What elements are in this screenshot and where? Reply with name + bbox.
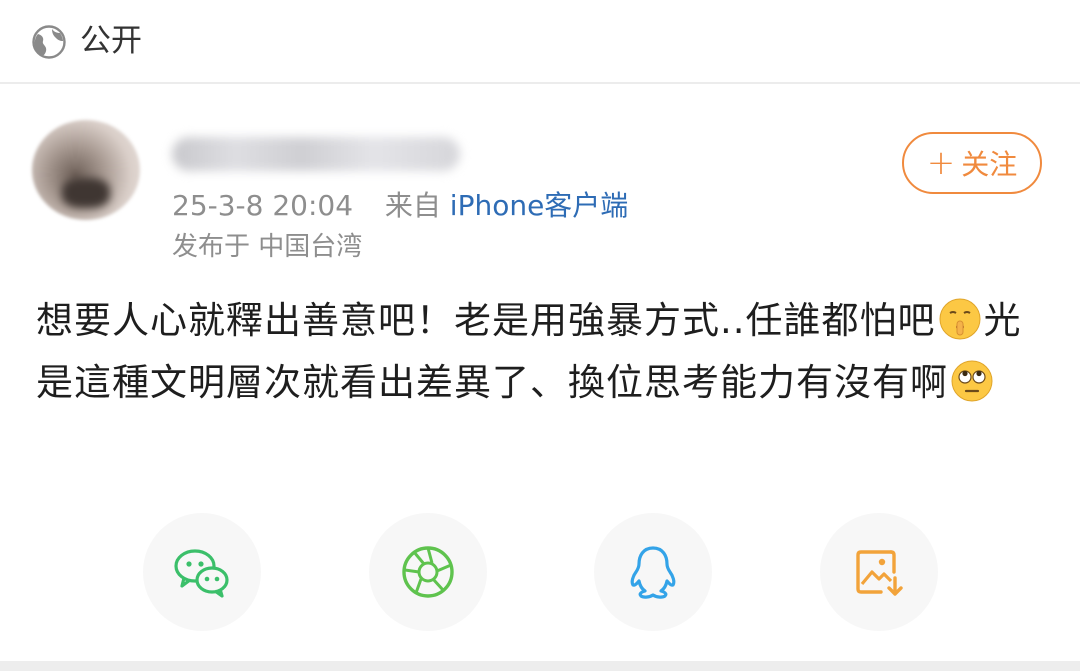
bottom-divider	[0, 661, 1080, 671]
post-content: 想要人心就釋出善意吧！老是用強暴方式..任誰都怕吧 光是這種文明層次就看出差異了…	[36, 290, 1046, 414]
visibility-bar: 公开	[0, 0, 1080, 84]
share-qq-button[interactable]	[594, 513, 712, 631]
moments-aperture-icon	[402, 546, 454, 598]
post-location: 发布于 中国台湾	[172, 232, 363, 262]
plus-icon: +	[926, 143, 956, 183]
shushing-face-icon	[939, 298, 981, 340]
globe-icon	[32, 25, 66, 59]
timestamp: 25-3-8 20:04	[172, 189, 354, 222]
eye-roll-icon	[951, 360, 993, 402]
share-save-image-button[interactable]	[820, 513, 938, 631]
qq-penguin-icon	[630, 546, 676, 599]
source-link[interactable]: iPhone客户端	[450, 189, 629, 222]
save-image-icon	[856, 550, 903, 596]
source-prefix: 来自	[384, 189, 441, 222]
username-blurred[interactable]	[172, 137, 460, 171]
visibility-label: 公开	[80, 23, 142, 59]
share-moments-button[interactable]	[369, 513, 487, 631]
avatar[interactable]	[32, 120, 140, 220]
wechat-icon	[174, 549, 229, 598]
content-part1: 想要人心就釋出善意吧！老是用強暴方式..任誰都怕吧	[36, 299, 936, 342]
share-wechat-button[interactable]	[143, 513, 261, 631]
follow-label: 关注	[961, 148, 1018, 181]
post-meta: 25-3-8 20:04 来自 iPhone客户端	[172, 186, 628, 226]
follow-button[interactable]: + 关注	[902, 132, 1042, 194]
